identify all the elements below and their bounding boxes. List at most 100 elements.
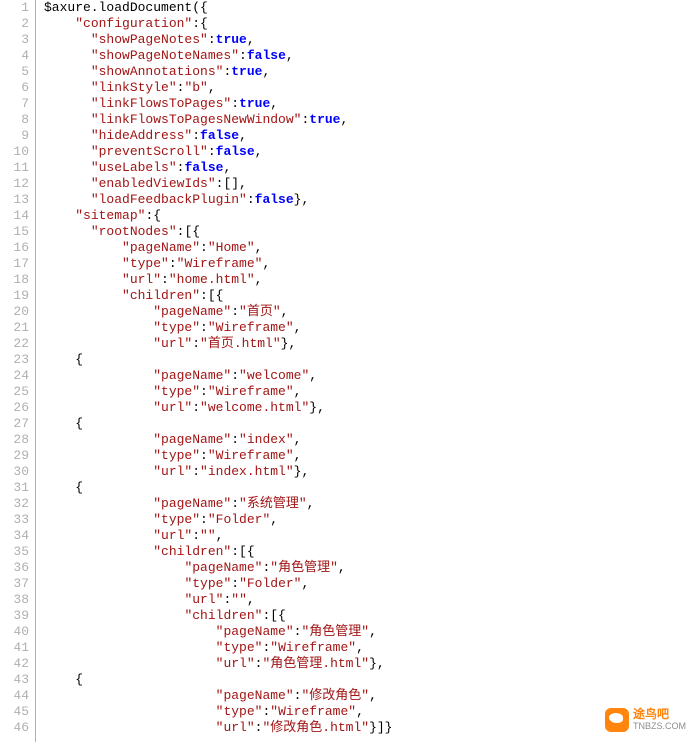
code-line: "pageName":"系统管理", (44, 496, 392, 512)
code-line: $axure.loadDocument({ (44, 0, 392, 16)
line-number: 12 (0, 176, 29, 192)
code-content[interactable]: $axure.loadDocument({ "configuration":{ … (36, 0, 392, 742)
line-number: 45 (0, 704, 29, 720)
line-number: 9 (0, 128, 29, 144)
line-number: 14 (0, 208, 29, 224)
code-line: "preventScroll":false, (44, 144, 392, 160)
watermark-text: 途鸟吧 TNBZS.COM (633, 708, 686, 732)
line-number: 40 (0, 624, 29, 640)
code-line: "children":[{ (44, 608, 392, 624)
line-number: 6 (0, 80, 29, 96)
line-number: 3 (0, 32, 29, 48)
code-line: "pageName":"index", (44, 432, 392, 448)
line-number: 19 (0, 288, 29, 304)
line-number: 23 (0, 352, 29, 368)
code-line: "loadFeedbackPlugin":false}, (44, 192, 392, 208)
line-number: 32 (0, 496, 29, 512)
line-number: 25 (0, 384, 29, 400)
line-number: 18 (0, 272, 29, 288)
code-line: "configuration":{ (44, 16, 392, 32)
code-line: "url":"index.html"}, (44, 464, 392, 480)
line-number: 17 (0, 256, 29, 272)
code-line: "type":"Folder", (44, 576, 392, 592)
code-line: "pageName":"角色管理", (44, 624, 392, 640)
code-line: "useLabels":false, (44, 160, 392, 176)
code-line: "type":"Folder", (44, 512, 392, 528)
line-number: 38 (0, 592, 29, 608)
code-line: "url":"home.html", (44, 272, 392, 288)
line-number: 31 (0, 480, 29, 496)
line-number: 1 (0, 0, 29, 16)
code-line: "hideAddress":false, (44, 128, 392, 144)
line-number: 11 (0, 160, 29, 176)
code-line: "children":[{ (44, 544, 392, 560)
line-number-gutter: 1234567891011121314151617181920212223242… (0, 0, 36, 742)
code-line: { (44, 352, 392, 368)
code-line: "type":"Wireframe", (44, 704, 392, 720)
line-number: 2 (0, 16, 29, 32)
line-number: 20 (0, 304, 29, 320)
line-number: 29 (0, 448, 29, 464)
line-number: 10 (0, 144, 29, 160)
line-number: 44 (0, 688, 29, 704)
code-line: "showPageNoteNames":false, (44, 48, 392, 64)
code-line: "url":"首页.html"}, (44, 336, 392, 352)
line-number: 13 (0, 192, 29, 208)
code-line: "linkStyle":"b", (44, 80, 392, 96)
line-number: 28 (0, 432, 29, 448)
code-line: "pageName":"Home", (44, 240, 392, 256)
line-number: 30 (0, 464, 29, 480)
line-number: 4 (0, 48, 29, 64)
code-line: "url":"角色管理.html"}, (44, 656, 392, 672)
line-number: 22 (0, 336, 29, 352)
line-number: 37 (0, 576, 29, 592)
line-number: 5 (0, 64, 29, 80)
line-number: 21 (0, 320, 29, 336)
code-line: "pageName":"修改角色", (44, 688, 392, 704)
line-number: 8 (0, 112, 29, 128)
code-line: "pageName":"角色管理", (44, 560, 392, 576)
line-number: 43 (0, 672, 29, 688)
code-line: "linkFlowsToPagesNewWindow":true, (44, 112, 392, 128)
code-line: "type":"Wireframe", (44, 640, 392, 656)
watermark-url: TNBZS.COM (633, 720, 686, 732)
watermark: 途鸟吧 TNBZS.COM (605, 708, 686, 732)
code-line: "sitemap":{ (44, 208, 392, 224)
code-line: "type":"Wireframe", (44, 256, 392, 272)
line-number: 42 (0, 656, 29, 672)
line-number: 26 (0, 400, 29, 416)
line-number: 34 (0, 528, 29, 544)
code-line: "type":"Wireframe", (44, 448, 392, 464)
line-number: 41 (0, 640, 29, 656)
code-line: "children":[{ (44, 288, 392, 304)
watermark-name: 途鸟吧 (633, 708, 686, 720)
code-line: "url":"", (44, 528, 392, 544)
code-line: "pageName":"welcome", (44, 368, 392, 384)
code-line: "linkFlowsToPages":true, (44, 96, 392, 112)
code-line: "pageName":"首页", (44, 304, 392, 320)
code-line: "url":"welcome.html"}, (44, 400, 392, 416)
code-line: "type":"Wireframe", (44, 384, 392, 400)
code-line: "rootNodes":[{ (44, 224, 392, 240)
line-number: 35 (0, 544, 29, 560)
line-number: 33 (0, 512, 29, 528)
code-line: { (44, 416, 392, 432)
bird-icon (605, 708, 629, 732)
code-line: { (44, 480, 392, 496)
line-number: 36 (0, 560, 29, 576)
line-number: 16 (0, 240, 29, 256)
line-number: 39 (0, 608, 29, 624)
code-line: "url":"修改角色.html"}]} (44, 720, 392, 736)
line-number: 7 (0, 96, 29, 112)
code-editor: 1234567891011121314151617181920212223242… (0, 0, 694, 742)
line-number: 24 (0, 368, 29, 384)
code-line: "enabledViewIds":[], (44, 176, 392, 192)
code-line: "showPageNotes":true, (44, 32, 392, 48)
code-line: "url":"", (44, 592, 392, 608)
code-line: "type":"Wireframe", (44, 320, 392, 336)
line-number: 46 (0, 720, 29, 736)
code-line: { (44, 672, 392, 688)
code-line: "showAnnotations":true, (44, 64, 392, 80)
line-number: 27 (0, 416, 29, 432)
line-number: 15 (0, 224, 29, 240)
